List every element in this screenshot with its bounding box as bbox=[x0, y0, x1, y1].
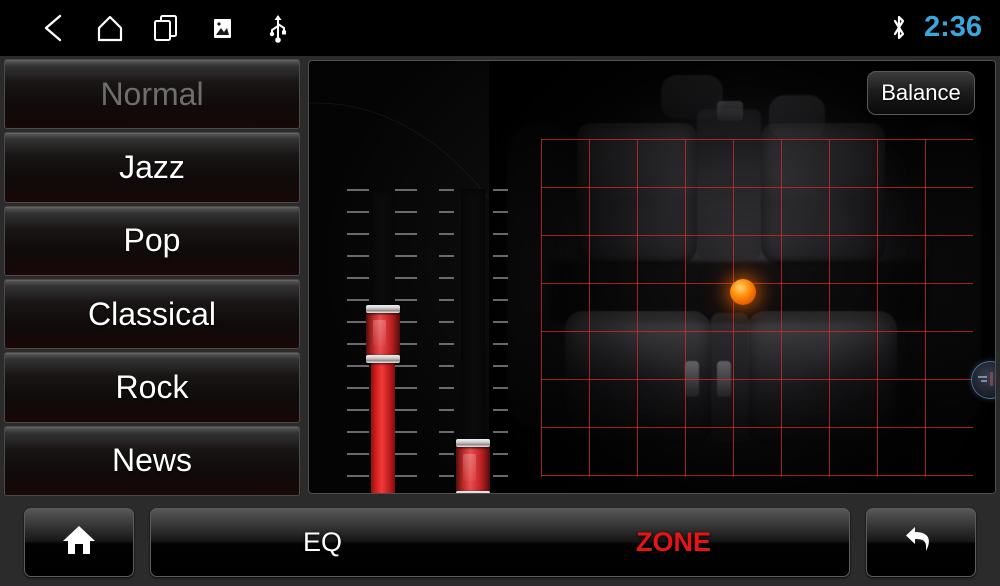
subwoofer-slider-knob[interactable] bbox=[366, 305, 400, 363]
status-bar-nav-icons bbox=[26, 0, 306, 56]
subwoofer-slider-track[interactable] bbox=[366, 189, 400, 493]
car-vignette bbox=[489, 61, 995, 493]
loudness-ticks-right bbox=[493, 189, 515, 493]
audio-balance-panel: Subw bbox=[308, 60, 996, 494]
back-button[interactable] bbox=[866, 508, 976, 577]
infotainment-screen: 2:36 Normal Jazz Pop Classical Rock News bbox=[0, 0, 1000, 586]
main-body: Normal Jazz Pop Classical Rock News Bala… bbox=[0, 56, 1000, 499]
bluetooth-icon bbox=[882, 0, 916, 56]
recent-apps-icon[interactable] bbox=[138, 0, 194, 56]
preset-item-rock[interactable]: Rock bbox=[4, 352, 300, 423]
eq-preset-list: Normal Jazz Pop Classical Rock News bbox=[4, 59, 300, 496]
status-bar-indicators: 2:36 bbox=[882, 0, 982, 56]
home-button[interactable] bbox=[24, 508, 134, 577]
preset-label: Jazz bbox=[119, 148, 185, 185]
preset-item-classical[interactable]: Classical bbox=[4, 278, 300, 350]
preset-item-pop[interactable]: Pop bbox=[4, 205, 300, 276]
knob-gloss bbox=[463, 454, 476, 482]
zone-label[interactable]: ZONE bbox=[636, 527, 711, 558]
home-icon bbox=[59, 521, 99, 564]
preset-item-normal[interactable]: Normal bbox=[4, 59, 300, 130]
preset-label: News bbox=[111, 442, 192, 479]
preset-label: Normal bbox=[100, 75, 204, 112]
eq-label[interactable]: EQ bbox=[303, 527, 342, 558]
loudness-slider-knob[interactable] bbox=[456, 439, 490, 493]
clock: 2:36 bbox=[923, 10, 982, 43]
bottom-toolbar: EQ ZONE bbox=[0, 499, 1000, 586]
preset-item-news[interactable]: News bbox=[4, 425, 300, 496]
eq-zone-bar[interactable]: EQ ZONE bbox=[150, 508, 850, 577]
status-bar: 2:36 bbox=[0, 0, 1000, 56]
back-chevron-icon[interactable] bbox=[26, 0, 82, 56]
car-cabin-graphic bbox=[489, 61, 995, 493]
loudness-slider-track[interactable] bbox=[456, 189, 490, 493]
return-arrow-icon bbox=[901, 520, 941, 565]
preset-label: Classical bbox=[87, 295, 217, 332]
preset-item-jazz[interactable]: Jazz bbox=[4, 132, 300, 203]
preset-label: Rock bbox=[115, 368, 189, 405]
balance-button[interactable]: Balance bbox=[867, 71, 975, 115]
preset-label: Pop bbox=[123, 222, 181, 259]
gallery-image-icon[interactable] bbox=[194, 0, 250, 56]
knob-gloss bbox=[373, 320, 386, 346]
balance-position-dot[interactable] bbox=[730, 279, 756, 305]
usb-icon[interactable] bbox=[250, 0, 306, 56]
home-icon[interactable] bbox=[82, 0, 138, 56]
